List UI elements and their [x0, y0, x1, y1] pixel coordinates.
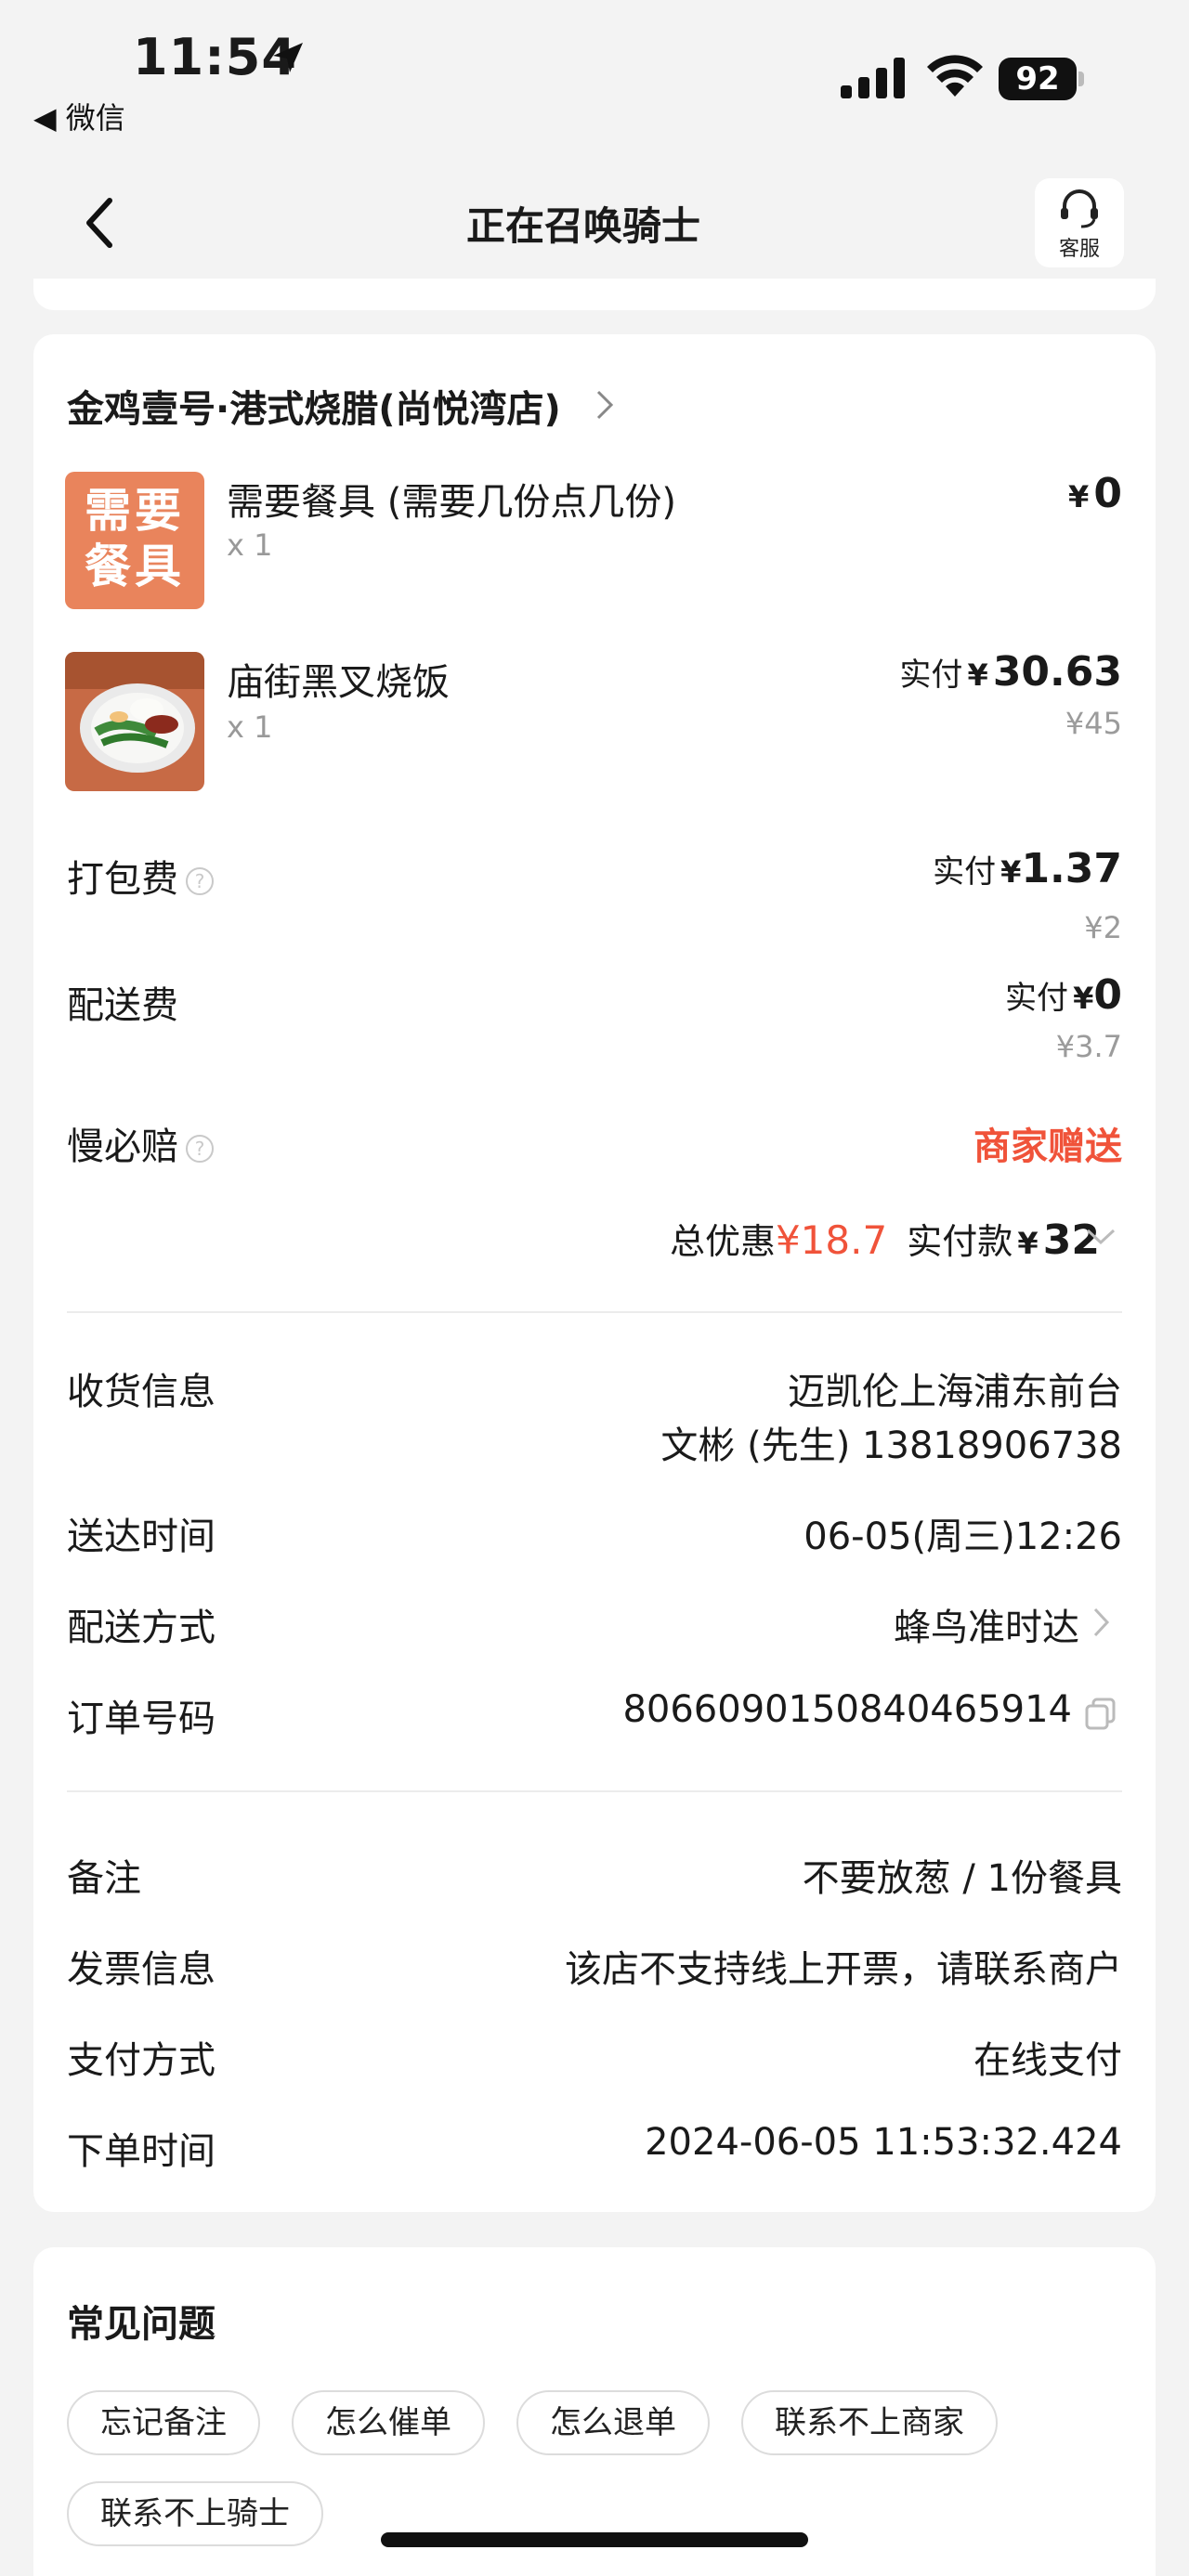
location-arrow-icon — [273, 43, 303, 72]
page-title: 正在召唤骑士 — [465, 203, 700, 249]
delivery-method-value[interactable]: 蜂鸟准时达 — [894, 1597, 1079, 1651]
shop-name-link[interactable]: 金鸡壹号·港式烧腊(尚悦湾店) — [67, 379, 561, 433]
chevron-down-icon[interactable] — [1085, 1228, 1117, 1246]
utensils-thumbnail: 需要 餐具 — [65, 472, 204, 609]
delivery-time-value: 06-05(周三)12:26 — [804, 1516, 1122, 1558]
packing-fee-label: 打包费? — [67, 849, 214, 903]
copy-icon[interactable] — [1083, 1696, 1118, 1731]
item-price: 实付 ¥ 30.63 — [899, 648, 1122, 696]
price-summary[interactable]: 总优惠¥18.7 实付款 ¥ 32 — [670, 1213, 1100, 1264]
customer-service-label: 客服 — [1058, 238, 1100, 261]
delivery-fee-label: 配送费 — [67, 984, 178, 1027]
payment-label: 支付方式 — [67, 2039, 216, 2082]
item-qty: x 1 — [227, 527, 273, 563]
order-time-value: 2024-06-05 11:53:32.424 — [645, 2121, 1122, 2164]
invoice-value: 该店不支持线上开票，请联系商户 — [565, 1948, 1122, 1991]
battery-indicator: 92 — [999, 58, 1084, 100]
chevron-right-icon — [596, 390, 614, 420]
item-qty: x 1 — [227, 709, 273, 745]
battery-level: 92 — [999, 58, 1077, 100]
divider — [67, 1790, 1122, 1792]
order-number-label: 订单号码 — [67, 1698, 216, 1740]
customer-service-button[interactable]: 客服 — [1035, 178, 1124, 267]
order-detail-card — [33, 334, 1156, 2212]
help-icon[interactable]: ? — [186, 867, 214, 895]
item-price: ¥ 0 — [1068, 470, 1122, 517]
item-name: 需要餐具 (需要几份点几份) — [227, 481, 676, 524]
remark-value: 不要放葱 / 1份餐具 — [802, 1857, 1122, 1900]
delivery-fee-original: ¥3.7 — [1055, 1029, 1122, 1064]
faq-chip-contact-merchant[interactable]: 联系不上商家 — [741, 2390, 998, 2455]
faq-chip-cancel-order[interactable]: 怎么退单 — [516, 2390, 710, 2455]
wifi-icon — [927, 55, 983, 97]
food-thumbnail — [65, 652, 204, 791]
receiver-address: 迈凯伦上海浦东前台 — [788, 1371, 1122, 1413]
order-number-value: 8066090150840465914 — [622, 1688, 1072, 1731]
invoice-label: 发票信息 — [67, 1948, 216, 1991]
delivery-time-label: 送达时间 — [67, 1516, 216, 1558]
delivery-fee-price: 实付 ¥0 — [1005, 971, 1122, 1019]
order-time-label: 下单时间 — [67, 2130, 216, 2173]
payment-value: 在线支付 — [973, 2039, 1122, 2082]
packing-fee-price: 实付 ¥1.37 — [933, 845, 1122, 892]
remark-label: 备注 — [67, 1857, 141, 1900]
item-original-price: ¥45 — [1065, 706, 1122, 741]
chevron-right-icon[interactable] — [1092, 1607, 1111, 1638]
item-name: 庙街黑叉烧饭 — [227, 661, 450, 704]
faq-chip-urge-order[interactable]: 怎么催单 — [292, 2390, 485, 2455]
receiver-label: 收货信息 — [67, 1371, 216, 1413]
delivery-method-label: 配送方式 — [67, 1607, 216, 1649]
back-to-wechat-link[interactable]: ◀ 微信 — [33, 95, 125, 137]
faq-chip-contact-rider[interactable]: 联系不上骑士 — [67, 2481, 323, 2546]
faq-title: 常见问题 — [67, 2303, 216, 2346]
divider — [67, 1311, 1122, 1313]
receiver-contact: 文彬 (先生) 13818906738 — [660, 1425, 1122, 1467]
status-card-bottom — [33, 279, 1156, 310]
home-indicator[interactable] — [381, 2532, 808, 2547]
slow-comp-label: 慢必赔? — [67, 1116, 214, 1170]
faq-chip-forgot-remark[interactable]: 忘记备注 — [67, 2390, 260, 2455]
headset-icon — [1061, 189, 1098, 228]
slow-comp-value: 商家赠送 — [973, 1125, 1122, 1168]
packing-fee-original: ¥2 — [1084, 910, 1122, 945]
help-icon[interactable]: ? — [186, 1135, 214, 1163]
cellular-signal-icon — [841, 58, 905, 98]
